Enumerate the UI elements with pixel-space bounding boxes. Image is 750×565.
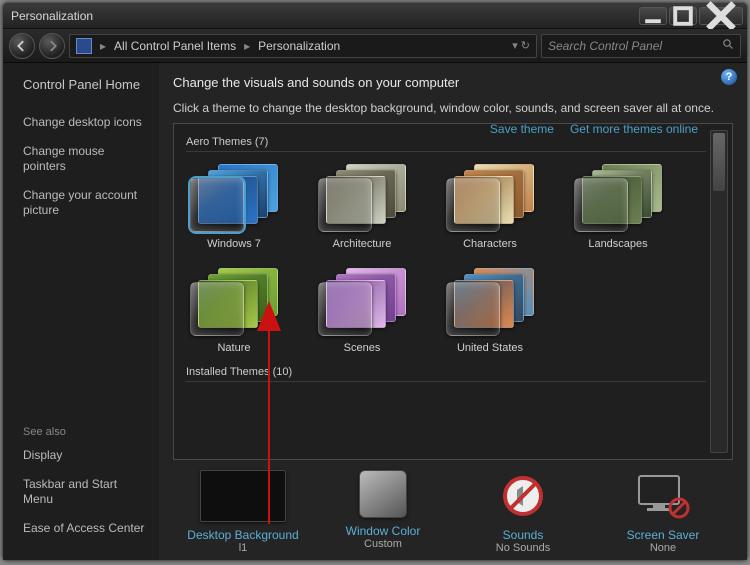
theme-thumbnail: [318, 268, 406, 336]
sounds-thumb: [480, 470, 566, 522]
vertical-scrollbar[interactable]: [710, 130, 728, 453]
screen-saver-button[interactable]: Screen Saver None: [593, 470, 733, 554]
address-bar[interactable]: ▸ All Control Panel Items ▸ Personalizat…: [69, 34, 537, 58]
title-bar: Personalization: [3, 3, 747, 29]
window-frame: Personalization ▸ All Control Panel Item…: [2, 2, 748, 561]
desktop-background-thumb: [200, 470, 286, 522]
back-button[interactable]: [9, 33, 35, 59]
theme-color-swatch: [190, 178, 244, 232]
chevron-right-icon: ▸: [100, 39, 106, 53]
chevron-right-icon: ▸: [244, 39, 250, 53]
nav-bar: ▸ All Control Panel Items ▸ Personalizat…: [3, 29, 747, 63]
theme-thumbnail: [446, 268, 534, 336]
theme-thumbnail: [190, 268, 278, 336]
theme-thumbnail: [190, 164, 278, 232]
sidebar-link-desktop-icons[interactable]: Change desktop icons: [23, 115, 147, 130]
maximize-button[interactable]: [669, 7, 697, 25]
group-header-installed: Installed Themes (10): [186, 366, 706, 382]
control-panel-icon: [76, 38, 92, 54]
theme-label: Landscapes: [570, 238, 666, 250]
page-heading: Change the visuals and sounds on your co…: [173, 75, 733, 90]
aero-theme-grid: Windows 7 Architecture Characters Landscape…: [184, 158, 732, 358]
minimize-button[interactable]: [639, 7, 667, 25]
sounds-value: No Sounds: [453, 542, 593, 554]
theme-windows-7[interactable]: Windows 7: [186, 164, 282, 250]
panel-links: Save theme Get more themes online: [490, 122, 698, 136]
theme-label: Scenes: [314, 342, 410, 354]
desktop-background-label: Desktop Background: [173, 528, 313, 542]
theme-color-swatch: [318, 282, 372, 336]
screen-saver-label: Screen Saver: [593, 528, 733, 542]
window-title: Personalization: [11, 9, 93, 23]
breadcrumb-item[interactable]: All Control Panel Items: [114, 39, 236, 53]
see-also-display[interactable]: Display: [23, 448, 147, 463]
theme-color-swatch: [574, 178, 628, 232]
forward-button[interactable]: [39, 33, 65, 59]
close-button[interactable]: [699, 7, 743, 25]
sounds-button[interactable]: Sounds No Sounds: [453, 470, 593, 554]
sidebar-link-account-picture[interactable]: Change your account picture: [23, 188, 147, 218]
desktop-background-value: l1: [173, 542, 313, 554]
theme-nature[interactable]: Nature: [186, 268, 282, 354]
theme-landscapes[interactable]: Landscapes: [570, 164, 666, 250]
sounds-label: Sounds: [453, 528, 593, 542]
window-color-label: Window Color: [313, 524, 453, 538]
theme-architecture[interactable]: Architecture: [314, 164, 410, 250]
themes-panel: Save theme Get more themes online Aero T…: [173, 123, 733, 460]
see-also-header: See also: [23, 426, 147, 438]
help-icon[interactable]: ?: [721, 69, 737, 85]
scrollbar-thumb[interactable]: [713, 133, 725, 191]
see-also-taskbar[interactable]: Taskbar and Start Menu: [23, 477, 147, 507]
search-placeholder: Search Control Panel: [548, 39, 662, 53]
window-color-thumb: [359, 470, 407, 518]
content-body: Control Panel Home Change desktop icons …: [3, 63, 747, 560]
theme-color-swatch: [190, 282, 244, 336]
desktop-background-button[interactable]: Desktop Background l1: [173, 470, 313, 554]
sidebar: Control Panel Home Change desktop icons …: [3, 63, 159, 560]
theme-label: Characters: [442, 238, 538, 250]
theme-thumbnail: [318, 164, 406, 232]
theme-color-swatch: [446, 282, 500, 336]
window-color-button[interactable]: Window Color Custom: [313, 470, 453, 554]
see-also-ease-of-access[interactable]: Ease of Access Center: [23, 521, 147, 536]
theme-scenes[interactable]: Scenes: [314, 268, 410, 354]
search-input[interactable]: Search Control Panel: [541, 34, 741, 58]
address-dropdown-icon[interactable]: ▾ ↻: [512, 39, 530, 52]
screen-saver-value: None: [593, 542, 733, 554]
theme-characters[interactable]: Characters: [442, 164, 538, 250]
themes-scroll: Windows 7 Architecture Characters Landscape…: [184, 158, 732, 451]
breadcrumb-item[interactable]: Personalization: [258, 39, 340, 53]
screen-saver-thumb: [620, 470, 706, 522]
theme-label: United States: [442, 342, 538, 354]
window-controls: [639, 7, 743, 25]
sidebar-link-mouse-pointers[interactable]: Change mouse pointers: [23, 144, 147, 174]
theme-label: Windows 7: [186, 238, 282, 250]
settings-row: Desktop Background l1 Window Color Custo…: [173, 470, 733, 554]
main-panel: ? Change the visuals and sounds on your …: [159, 63, 747, 560]
theme-thumbnail: [574, 164, 662, 232]
theme-thumbnail: [446, 164, 534, 232]
theme-color-swatch: [446, 178, 500, 232]
theme-label: Architecture: [314, 238, 410, 250]
theme-united-states[interactable]: United States: [442, 268, 538, 354]
window-color-value: Custom: [313, 538, 453, 550]
theme-label: Nature: [186, 342, 282, 354]
page-subtext: Click a theme to change the desktop back…: [173, 100, 733, 117]
search-icon: [722, 38, 734, 53]
control-panel-home-link[interactable]: Control Panel Home: [23, 77, 147, 93]
save-theme-link[interactable]: Save theme: [490, 122, 554, 136]
theme-color-swatch: [318, 178, 372, 232]
group-header-aero: Aero Themes (7): [186, 136, 706, 152]
get-more-themes-link[interactable]: Get more themes online: [570, 122, 698, 136]
